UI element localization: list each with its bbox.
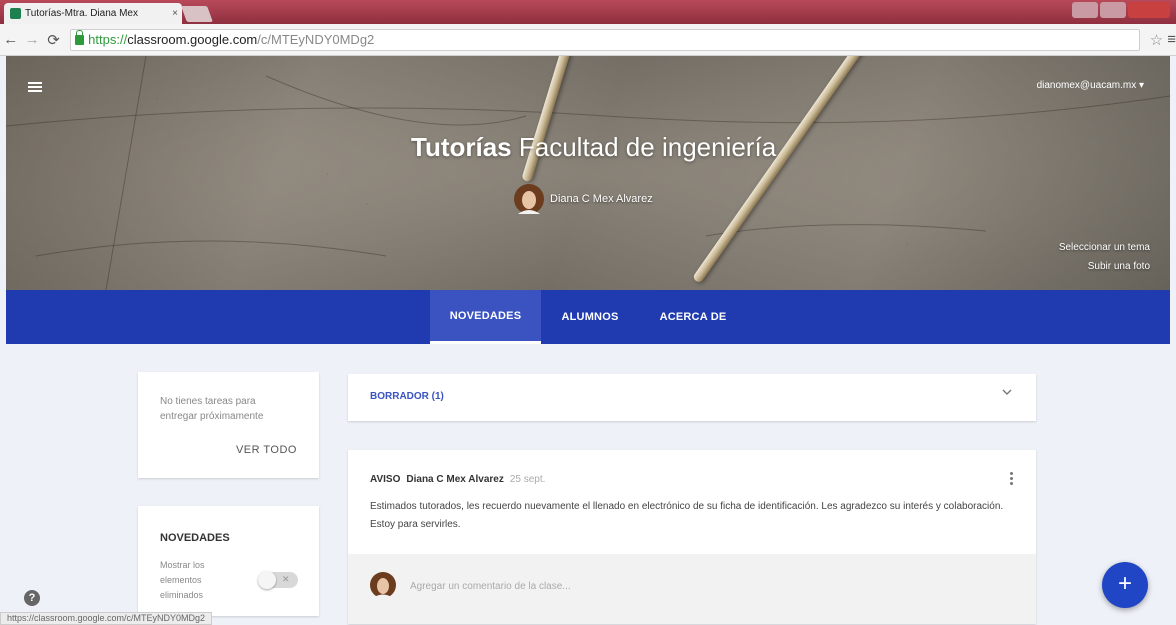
back-arrow-icon[interactable]: ← (0, 31, 21, 48)
lock-icon (75, 29, 85, 45)
account-menu[interactable]: dianomex@uacam.mx ▾ (1037, 80, 1144, 91)
stream-settings-header: NOVEDADES (160, 532, 230, 544)
url-host: classroom.google.com (127, 32, 258, 47)
teacher-name: Diana C Mex Alvarez (550, 193, 653, 205)
post-date: 25 sept. (509, 474, 546, 485)
tab-alumnos[interactable]: ALUMNOS (550, 290, 630, 344)
url-path: /c/MTEyNDY0MDg2 (257, 32, 375, 47)
toggle-off-icon: ✕ (282, 574, 290, 584)
show-deleted-label: Mostrar los elementos eliminados (160, 560, 205, 600)
classroom-favicon-icon (10, 8, 21, 19)
add-post-button[interactable]: + (1102, 562, 1148, 608)
post-type: AVISO (370, 474, 401, 485)
close-tab-icon[interactable]: × (168, 8, 182, 19)
post-meta: AVISO Diana C Mex Alvarez 25 sept. (370, 474, 545, 485)
chevron-down-icon[interactable] (1002, 387, 1012, 397)
window-controls (1072, 2, 1170, 18)
comment-bar: Agregar un comentario de la clase... (348, 554, 1036, 624)
browser-tab-title: Tutorías-Mtra. Diana Mex (25, 8, 138, 19)
teacher-avatar (514, 184, 544, 214)
teacher-info: Diana C Mex Alvarez (514, 184, 653, 214)
url-scheme: https:// (88, 32, 128, 47)
class-title: Tutorías Facultad de ingeniería (411, 132, 776, 163)
forward-arrow-icon[interactable]: → (21, 31, 42, 48)
upload-photo-link[interactable]: Subir una foto (1088, 261, 1150, 272)
close-window-button[interactable] (1128, 2, 1170, 18)
new-tab-button[interactable] (181, 6, 213, 22)
maximize-button[interactable] (1100, 2, 1126, 18)
class-tabs-bar: NOVEDADES ALUMNOS ACERCA DE (6, 290, 1170, 344)
tab-novedades[interactable]: NOVEDADES (430, 290, 541, 344)
hamburger-menu-icon[interactable] (28, 82, 42, 92)
view-all-link[interactable]: VER TODO (236, 444, 297, 456)
browser-titlebar: Tutorías-Mtra. Diana Mex × (0, 0, 1176, 24)
show-deleted-toggle[interactable]: ✕ (258, 571, 298, 589)
reload-icon[interactable]: ⟳ (43, 31, 64, 49)
url-input[interactable]: https:// classroom.google.com /c/MTEyNDY… (70, 28, 1140, 51)
class-comment-input[interactable]: Agregar un comentario de la clase... (410, 581, 571, 592)
browser-tab[interactable]: Tutorías-Mtra. Diana Mex × (4, 3, 182, 24)
bookmark-star-icon[interactable]: ☆ (1150, 31, 1163, 49)
post-author: Diana C Mex Alvarez (406, 474, 504, 485)
upcoming-message: No tienes tareas para entregar próximame… (160, 396, 264, 422)
browser-menu-icon[interactable]: ≡ (1167, 31, 1176, 48)
select-theme-link[interactable]: Seleccionar un tema (1059, 242, 1150, 253)
tab-acerca-de[interactable]: ACERCA DE (648, 290, 738, 344)
help-icon[interactable]: ? (24, 590, 40, 606)
stream-settings-card: NOVEDADES Mostrar los elementos eliminad… (138, 506, 319, 616)
upcoming-work-card: No tienes tareas para entregar próximame… (138, 372, 319, 478)
post-body: Estimados tutorados, les recuerdo nuevam… (370, 501, 1004, 530)
draft-label: BORRADOR (1) (370, 391, 444, 402)
toggle-knob (258, 571, 276, 589)
class-title-section: Facultad de ingeniería (511, 132, 777, 162)
more-options-icon[interactable] (1010, 472, 1014, 487)
banner-shade (6, 56, 1170, 290)
draft-card[interactable]: BORRADOR (1) (348, 374, 1036, 421)
status-bar-url: https://classroom.google.com/c/MTEyNDY0M… (0, 612, 213, 625)
minimize-button[interactable] (1072, 2, 1098, 18)
class-banner: ··· ··· dianomex@uacam.mx ▾ Tutorías Fac… (6, 56, 1170, 290)
class-title-bold: Tutorías (411, 132, 512, 162)
user-avatar (370, 572, 396, 598)
announcement-card: AVISO Diana C Mex Alvarez 25 sept. Estim… (348, 450, 1036, 624)
address-bar-row: ← → ⟳ https:// classroom.google.com /c/M… (0, 24, 1176, 56)
